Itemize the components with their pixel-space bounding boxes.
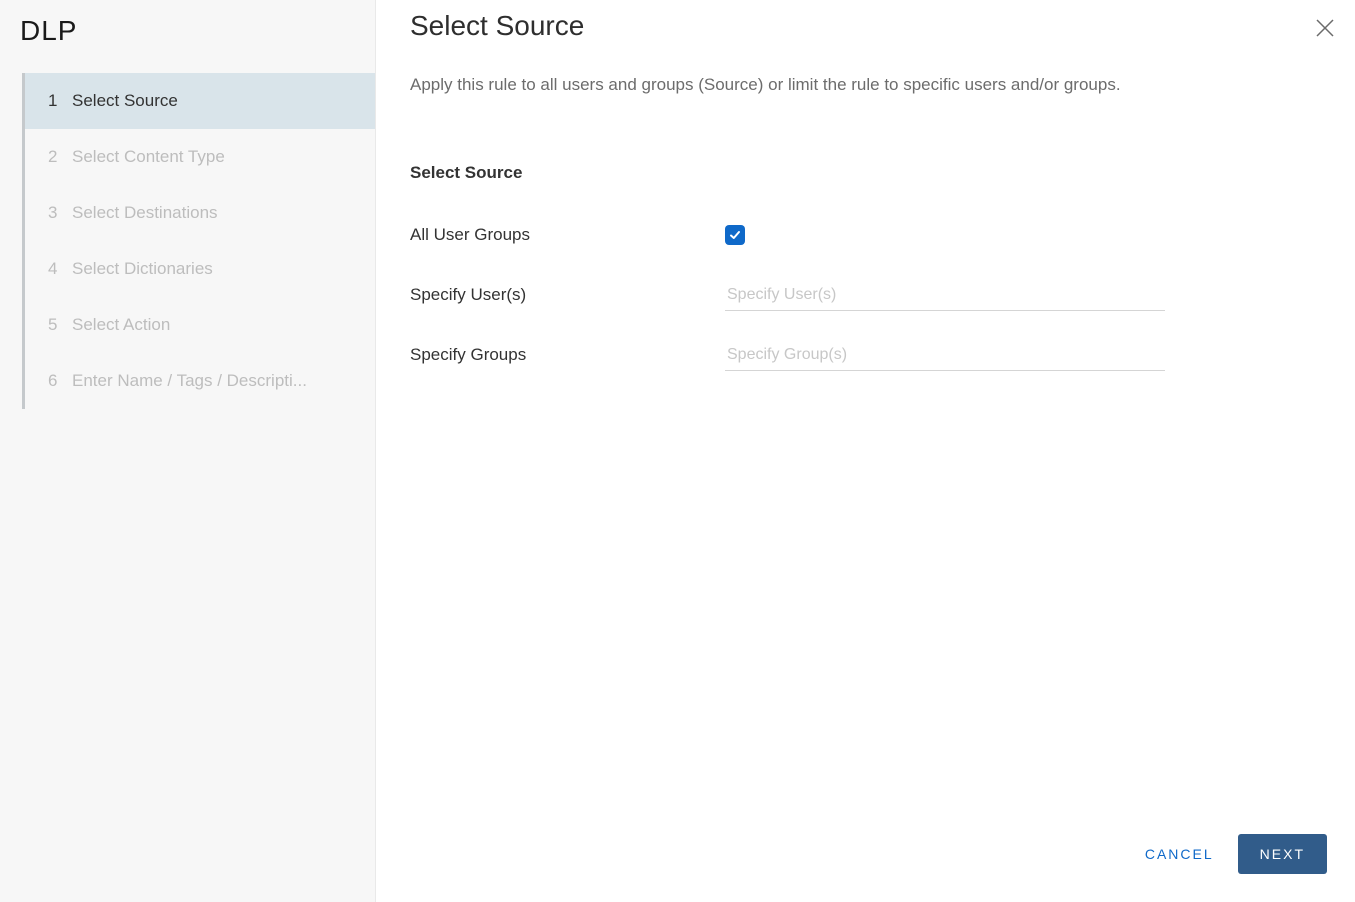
- step-number: 2: [48, 147, 64, 167]
- page-description: Apply this rule to all users and groups …: [410, 75, 1315, 95]
- next-button[interactable]: NEXT: [1238, 834, 1327, 874]
- step-number: 3: [48, 203, 64, 223]
- step-select-content-type[interactable]: 2 Select Content Type: [25, 129, 375, 185]
- specify-groups-input[interactable]: [725, 340, 1165, 371]
- step-select-action[interactable]: 5 Select Action: [25, 297, 375, 353]
- step-enter-name[interactable]: 6 Enter Name / Tags / Descripti...: [25, 353, 375, 409]
- row-specify-groups: Specify Groups: [410, 325, 1165, 385]
- check-icon: [729, 229, 741, 241]
- step-select-destinations[interactable]: 3 Select Destinations: [25, 185, 375, 241]
- wizard-steps: 1 Select Source 2 Select Content Type 3 …: [22, 73, 375, 409]
- specify-users-label: Specify User(s): [410, 285, 715, 305]
- step-number: 6: [48, 371, 64, 391]
- step-number: 4: [48, 259, 64, 279]
- cancel-button[interactable]: CANCEL: [1145, 846, 1214, 862]
- brand-title: DLP: [20, 15, 77, 47]
- specify-users-input[interactable]: [725, 280, 1165, 311]
- step-number: 5: [48, 315, 64, 335]
- step-label: Select Destinations: [72, 203, 218, 223]
- close-button[interactable]: [1315, 18, 1335, 38]
- footer-actions: CANCEL NEXT: [1145, 834, 1327, 874]
- step-label: Select Action: [72, 315, 170, 335]
- sidebar: DLP 1 Select Source 2 Select Content Typ…: [0, 0, 375, 902]
- all-user-groups-label: All User Groups: [410, 225, 715, 245]
- step-label: Enter Name / Tags / Descripti...: [72, 371, 307, 391]
- all-user-groups-checkbox[interactable]: [725, 225, 745, 245]
- step-number: 1: [48, 91, 64, 111]
- step-label: Select Dictionaries: [72, 259, 213, 279]
- main-panel: Select Source Apply this rule to all use…: [375, 0, 1355, 902]
- row-all-user-groups: All User Groups: [410, 205, 1165, 265]
- row-specify-users: Specify User(s): [410, 265, 1165, 325]
- specify-groups-label: Specify Groups: [410, 345, 715, 365]
- step-select-source[interactable]: 1 Select Source: [25, 73, 375, 129]
- step-label: Select Content Type: [72, 147, 225, 167]
- section-header: Select Source: [410, 163, 522, 183]
- page-title: Select Source: [410, 10, 584, 42]
- step-label: Select Source: [72, 91, 178, 111]
- close-icon: [1315, 18, 1335, 38]
- source-form: All User Groups Specify User(s) Specify …: [410, 205, 1165, 385]
- step-select-dictionaries[interactable]: 4 Select Dictionaries: [25, 241, 375, 297]
